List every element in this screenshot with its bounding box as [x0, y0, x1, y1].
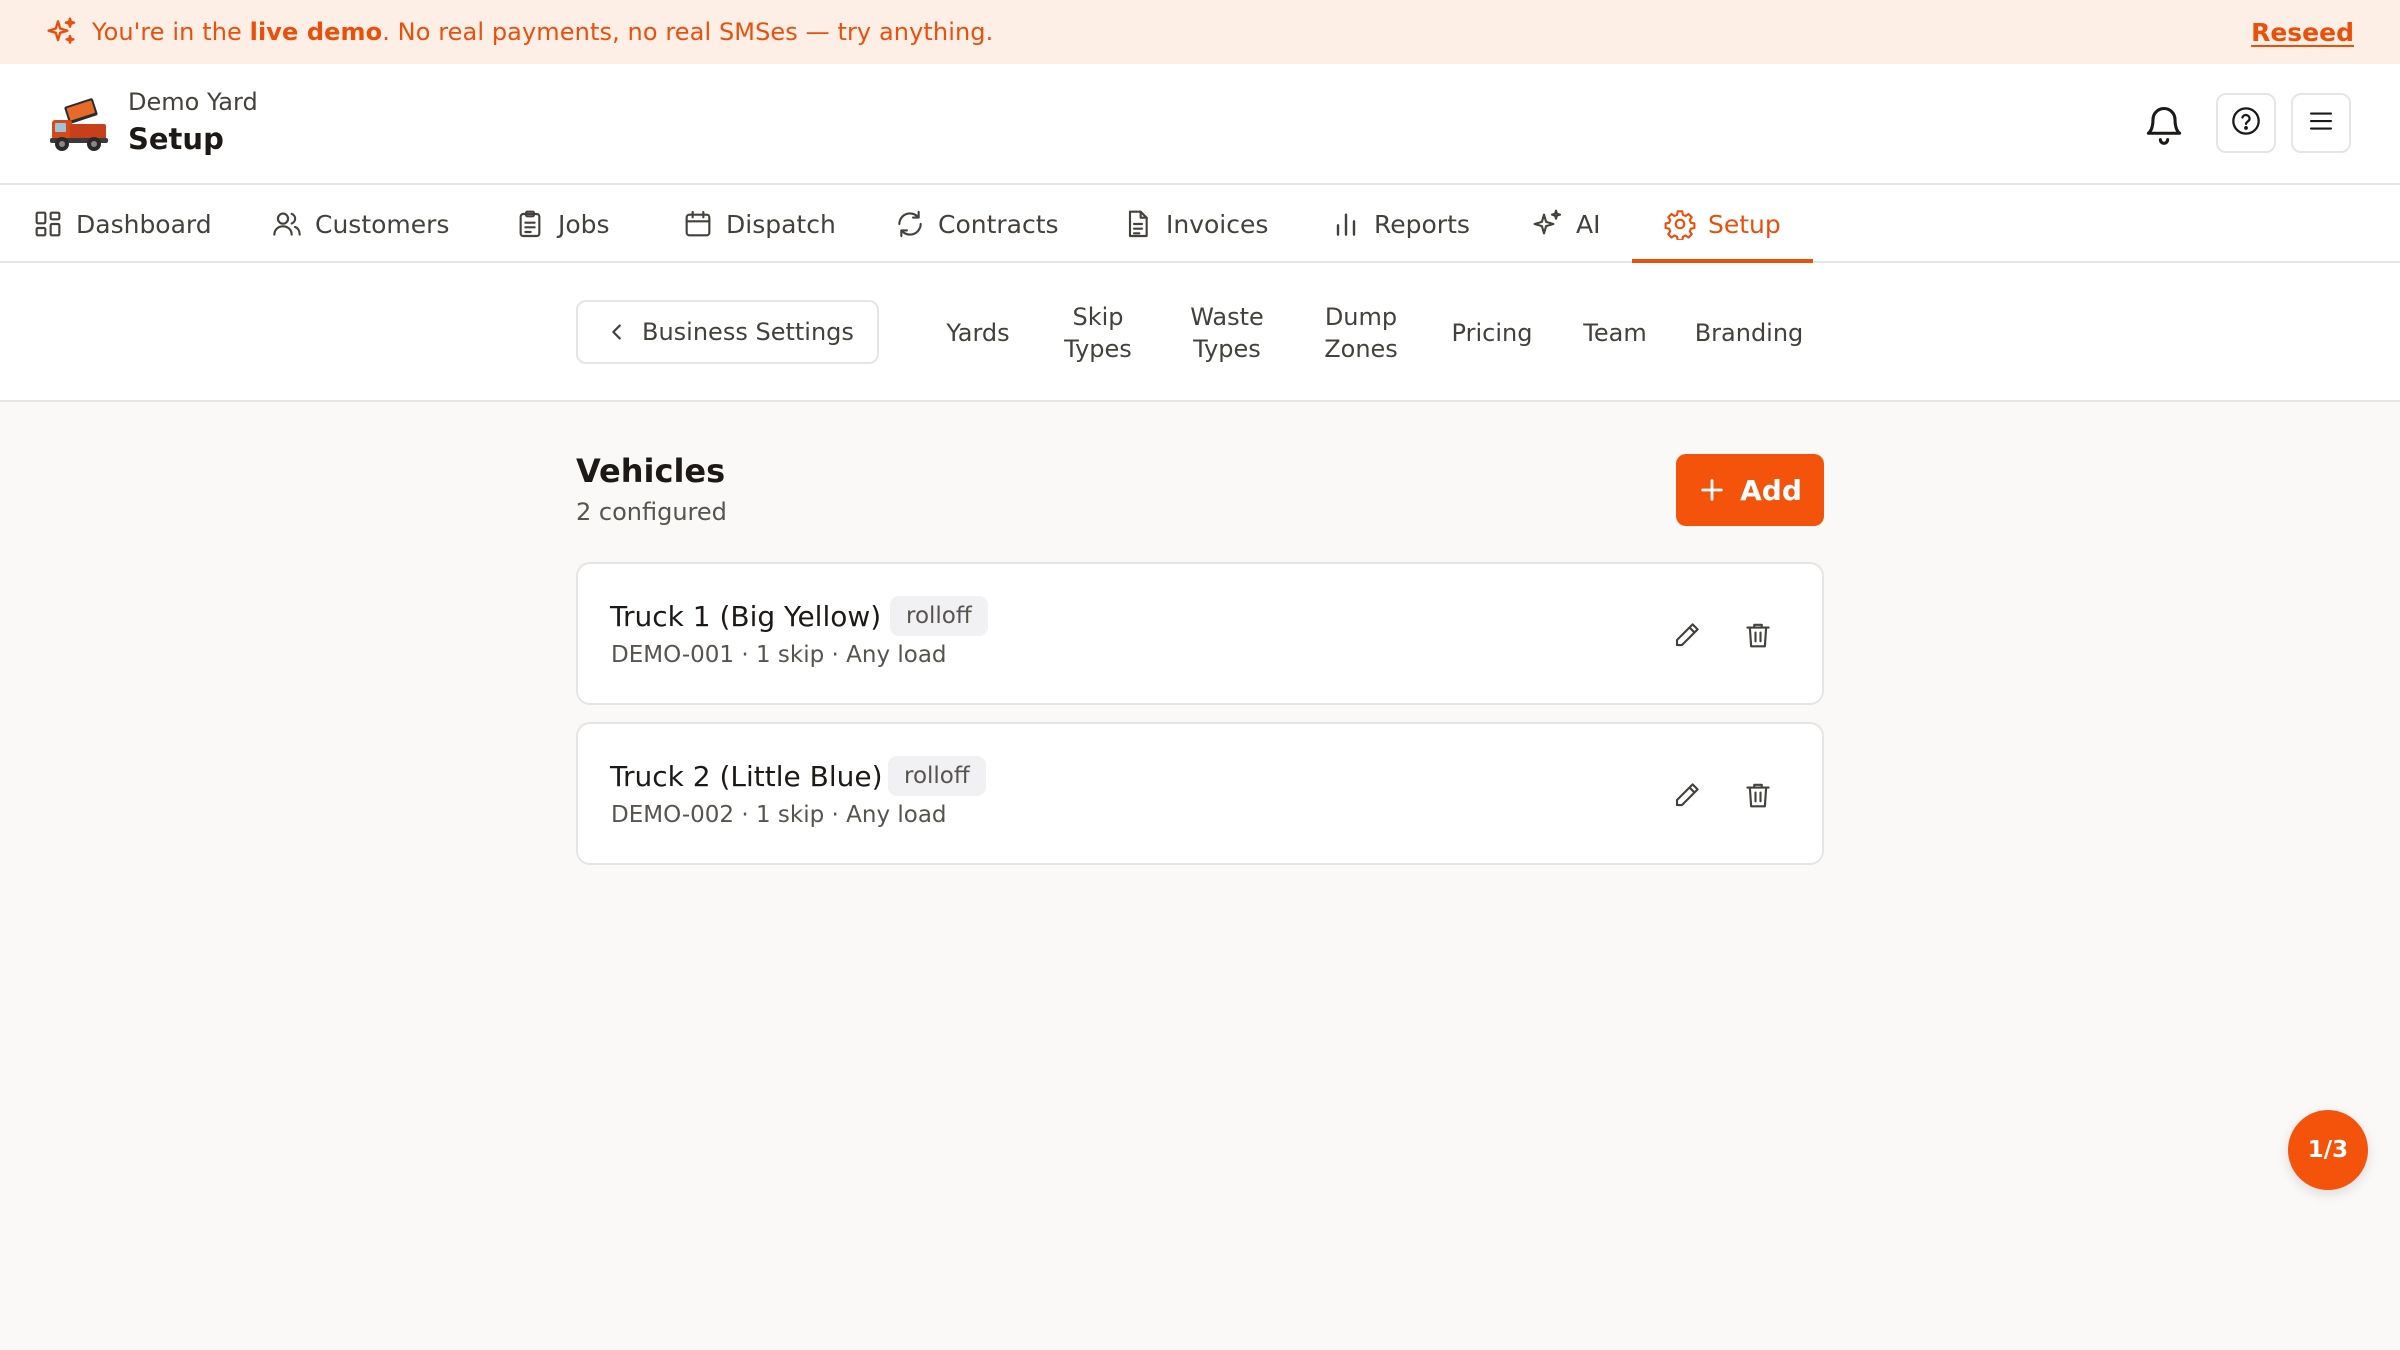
section-title: Vehicles	[576, 452, 726, 490]
tab-label: Customers	[315, 209, 450, 239]
tab-contracts[interactable]: Contracts	[894, 185, 1059, 263]
add-button-label: Add	[1740, 473, 1802, 507]
section-count: 2 configured	[576, 498, 727, 526]
reseed-link[interactable]: Reseed	[2251, 18, 2354, 47]
delete-vehicle-button[interactable]	[1735, 772, 1781, 818]
main-nav: Dashboard Customers Jobs Dispatch Contra…	[0, 185, 2400, 263]
yard-name: Demo Yard	[128, 88, 258, 116]
pencil-icon	[1675, 783, 1699, 807]
hamburger-icon	[2306, 106, 2336, 140]
subtab-team[interactable]: Team	[1566, 263, 1664, 402]
business-settings-back-button[interactable]: Business Settings	[576, 300, 879, 364]
back-button-label: Business Settings	[642, 318, 854, 346]
sparkle-icon	[46, 16, 78, 48]
chevron-left-icon	[612, 324, 621, 340]
tab-label: Contracts	[938, 209, 1059, 239]
vehicle-details: DEMO-002 · 1 skip · Any load	[611, 802, 947, 828]
subtab-yards[interactable]: Yards	[928, 263, 1028, 402]
subtab-branding[interactable]: Branding	[1684, 263, 1814, 402]
tab-customers[interactable]: Customers	[271, 185, 449, 263]
bar-chart-icon	[1336, 213, 1356, 236]
gear-icon	[1664, 210, 1696, 240]
dashboard-icon	[35, 211, 61, 237]
trash-icon	[1746, 623, 1770, 648]
tab-dispatch[interactable]: Dispatch	[682, 185, 836, 263]
vehicle-name: Truck 2 (Little Blue)	[610, 760, 883, 793]
menu-button[interactable]	[2291, 93, 2351, 153]
subtab-skip-types[interactable]: Skip Types	[1048, 263, 1148, 402]
subtab-waste-types[interactable]: Waste Types	[1177, 263, 1277, 402]
tab-reports[interactable]: Reports	[1330, 185, 1470, 263]
vehicle-card: Truck 2 (Little Blue) rolloff DEMO-002 ·…	[576, 722, 1824, 865]
demo-banner-message: You're in the live demo. No real payment…	[92, 18, 994, 46]
edit-vehicle-button[interactable]	[1664, 772, 1710, 818]
vehicle-name: Truck 1 (Big Yellow)	[610, 600, 882, 633]
tour-progress-button[interactable]: 1/3	[2288, 1110, 2368, 1190]
tab-ai[interactable]: AI	[1532, 185, 1600, 263]
tab-setup[interactable]: Setup	[1664, 185, 1781, 263]
tab-label: AI	[1576, 209, 1601, 239]
tab-label: Dashboard	[76, 209, 212, 239]
calendar-icon	[685, 210, 711, 237]
tab-label: Reports	[1374, 209, 1470, 239]
vehicle-type-badge: rolloff	[890, 596, 988, 636]
add-vehicle-button[interactable]: Add	[1676, 454, 1824, 526]
tab-label: Dispatch	[726, 209, 836, 239]
vehicle-type-badge: rolloff	[888, 756, 986, 796]
tab-label: Invoices	[1166, 209, 1269, 239]
refresh-icon	[898, 210, 922, 238]
clipboard-icon	[519, 210, 541, 238]
app-header: Demo Yard Setup	[0, 64, 2400, 185]
tab-jobs[interactable]: Jobs	[514, 185, 610, 263]
vehicle-details: DEMO-001 · 1 skip · Any load	[611, 642, 947, 668]
document-icon	[1128, 210, 1148, 238]
tab-invoices[interactable]: Invoices	[1122, 185, 1268, 263]
subtab-dump-zones[interactable]: Dump Zones	[1311, 263, 1411, 402]
plus-icon	[1701, 479, 1723, 501]
pencil-icon	[1675, 623, 1699, 647]
subtab-pricing[interactable]: Pricing	[1440, 263, 1544, 402]
tab-label: Jobs	[558, 209, 610, 239]
page-title: Setup	[128, 122, 224, 156]
help-button[interactable]	[2216, 93, 2276, 153]
users-icon	[273, 212, 301, 236]
vehicle-card: Truck 1 (Big Yellow) rolloff DEMO-001 · …	[576, 562, 1824, 705]
trash-icon	[1746, 783, 1770, 808]
settings-subnav: Business Settings Yards Skip Types Waste T…	[0, 263, 2400, 402]
tab-dashboard[interactable]: Dashboard	[32, 185, 212, 263]
help-icon	[2230, 105, 2262, 141]
edit-vehicle-button[interactable]	[1664, 612, 1710, 658]
sparkle-icon	[1533, 209, 1562, 235]
truck-logo	[46, 94, 110, 156]
demo-banner-highlight: live demo	[249, 18, 383, 46]
bell-icon[interactable]	[2142, 102, 2186, 148]
demo-banner: You're in the live demo. No real payment…	[0, 0, 2400, 64]
delete-vehicle-button[interactable]	[1735, 612, 1781, 658]
tab-label: Setup	[1708, 209, 1781, 239]
